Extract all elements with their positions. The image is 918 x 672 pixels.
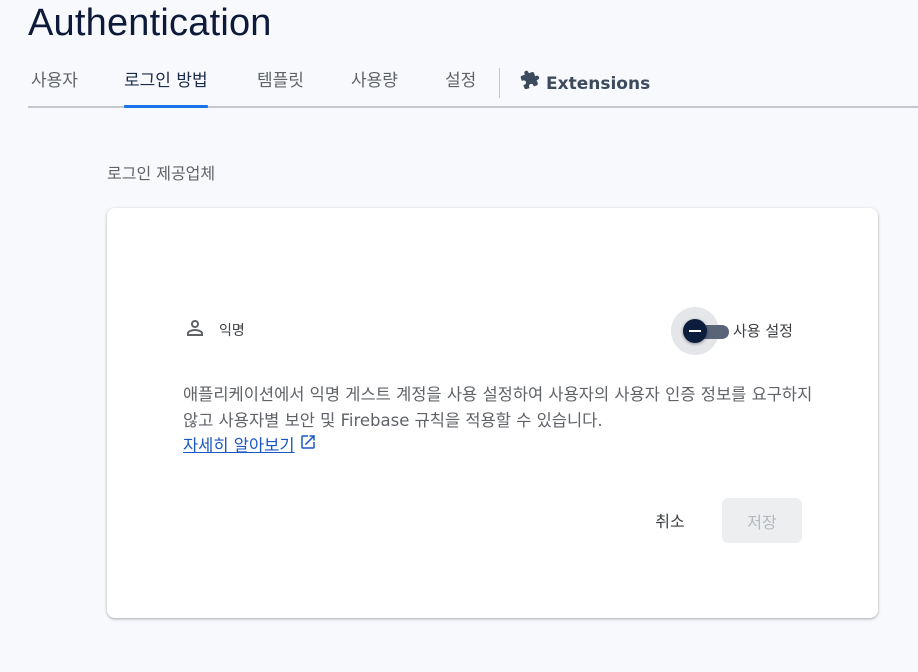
- tab-usage[interactable]: 사용량: [351, 62, 398, 106]
- save-button[interactable]: 저장: [722, 498, 802, 543]
- tab-settings[interactable]: 설정: [445, 62, 476, 106]
- page-title: Authentication: [28, 2, 272, 44]
- provider-description: 애플리케이션에서 익명 게스트 계정을 사용 설정하여 사용자의 사용자 인증 …: [183, 385, 813, 430]
- tab-divider: [499, 68, 500, 98]
- provider-row: 익명: [183, 316, 245, 344]
- provider-name: 익명: [219, 323, 245, 339]
- tab-extensions[interactable]: Extensions: [520, 62, 650, 106]
- extensions-puzzle-icon: [520, 65, 540, 103]
- tab-bar: 사용자 로그인 방법 템플릿 사용량 설정 Extensions: [28, 62, 918, 108]
- cancel-button[interactable]: 취소: [637, 498, 703, 542]
- person-icon: [183, 316, 207, 344]
- tab-users[interactable]: 사용자: [31, 62, 78, 106]
- enable-toggle[interactable]: 사용 설정: [671, 306, 801, 356]
- tab-extensions-label: Extensions: [546, 74, 651, 94]
- learn-more-label: 자세히 알아보기: [183, 436, 295, 455]
- tab-sign-in-method[interactable]: 로그인 방법: [124, 62, 208, 108]
- open-in-new-icon: [299, 433, 317, 455]
- tab-templates[interactable]: 템플릿: [257, 62, 304, 106]
- toggle-label[interactable]: 사용 설정: [733, 320, 793, 341]
- provider-card: 익명 사용 설정 애플리케이션에서 익명 게스트 계정을 사용 설정하여 사용자…: [107, 208, 878, 618]
- learn-more-link[interactable]: 자세히 알아보기: [183, 432, 317, 456]
- toggle-knob[interactable]: [683, 319, 707, 343]
- section-label: 로그인 제공업체: [107, 164, 216, 183]
